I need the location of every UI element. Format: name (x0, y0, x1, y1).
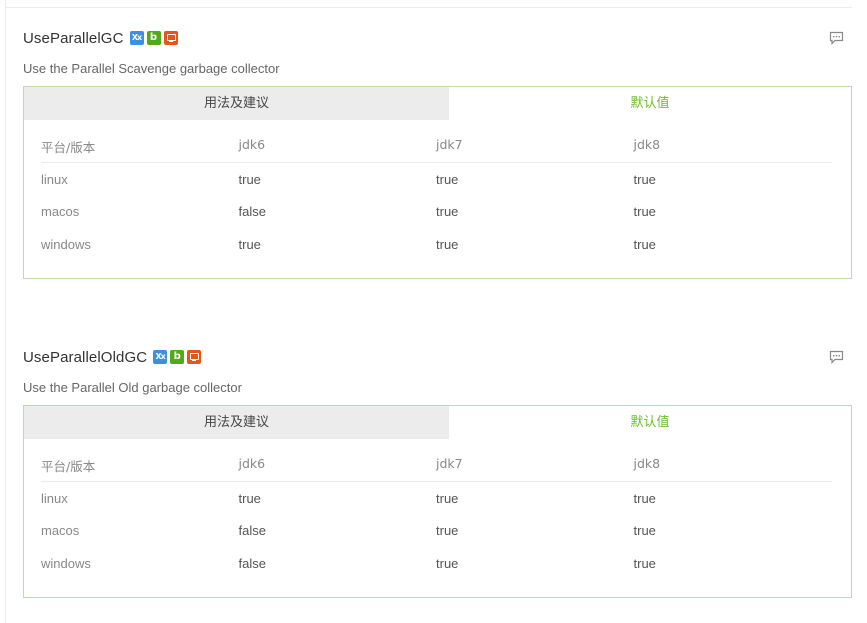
tab-usage[interactable]: 用法及建议 (24, 87, 449, 120)
panel-tabs: 用法及建议 默认值 (24, 406, 851, 439)
comment-icon[interactable] (829, 31, 844, 45)
flag-badges: Xx b (153, 350, 202, 364)
header-jdk6: jdk6 (238, 456, 266, 471)
table-row: macos false true true (41, 515, 832, 548)
table-row: linux true true true (41, 163, 832, 196)
cell-jdk8: true (633, 171, 656, 187)
flag-card-useparallelgc: UseParallelGC Xx b Use the Parallel Scav… (23, 26, 852, 279)
cell-jdk6: true (238, 171, 261, 187)
cell-platform: linux (41, 171, 68, 187)
table-row: windows false true true (41, 547, 832, 580)
xx-type-icon: Xx (129, 31, 144, 45)
xx-type-icon: Xx (153, 350, 168, 364)
left-border-line (5, 0, 6, 623)
flag-name: UseParallelGC (23, 29, 124, 47)
header-platform: 平台/版本 (41, 459, 96, 474)
cell-jdk6: true (238, 236, 261, 252)
header-jdk6: jdk6 (238, 137, 266, 152)
tab-usage[interactable]: 用法及建议 (24, 406, 449, 439)
cell-platform: windows (41, 555, 91, 571)
cell-platform: macos (41, 204, 80, 220)
cell-jdk7: true (436, 523, 459, 539)
table-row: windows true true true (41, 228, 832, 261)
defaults-table: 平台/版本 jdk6 jdk7 jdk8 linux true true tru… (41, 456, 832, 580)
flag-description: Use the Parallel Old garbage collector (23, 380, 242, 395)
flag-title-row: UseParallelOldGC Xx b (23, 345, 852, 369)
header-jdk8: jdk8 (633, 137, 661, 152)
cell-jdk8: true (633, 555, 656, 571)
cell-jdk7: true (436, 236, 459, 252)
cell-jdk6: false (238, 523, 266, 539)
table-row: linux true true true (41, 482, 832, 515)
flag-title-row: UseParallelGC Xx b (23, 26, 852, 50)
cell-jdk8: true (633, 236, 656, 252)
table-row: macos false true true (41, 196, 832, 229)
cell-jdk6: false (238, 555, 266, 571)
cell-jdk8: true (633, 490, 656, 506)
tab-defaults[interactable]: 默认值 (449, 406, 851, 439)
top-divider (5, 7, 852, 8)
header-platform: 平台/版本 (41, 140, 96, 155)
cell-jdk6: true (238, 490, 261, 506)
defaults-table: 平台/版本 jdk6 jdk7 jdk8 linux true true tru… (41, 137, 832, 261)
monitor-icon (163, 31, 178, 45)
comment-icon[interactable] (829, 350, 844, 364)
header-jdk8: jdk8 (633, 456, 661, 471)
defaults-panel: 用法及建议 默认值 平台/版本 jdk6 jdk7 jdk8 linux tru… (23, 405, 852, 598)
cell-jdk7: true (436, 204, 459, 220)
cell-jdk6: false (238, 204, 266, 220)
cell-jdk8: true (633, 523, 656, 539)
table-header-row: 平台/版本 jdk6 jdk7 jdk8 (41, 137, 832, 163)
flag-description: Use the Parallel Scavenge garbage collec… (23, 61, 280, 76)
flag-name: UseParallelOldGC (23, 348, 148, 366)
boolean-icon: b (170, 350, 185, 364)
cell-platform: linux (41, 490, 68, 506)
cell-platform: macos (41, 523, 80, 539)
cell-jdk7: true (436, 171, 459, 187)
table-header-row: 平台/版本 jdk6 jdk7 jdk8 (41, 456, 832, 482)
flag-card-useparalleloldgc: UseParallelOldGC Xx b Use the Parallel O… (23, 345, 852, 598)
cell-jdk7: true (436, 490, 459, 506)
cell-platform: windows (41, 236, 91, 252)
boolean-icon: b (146, 31, 161, 45)
monitor-icon (187, 350, 202, 364)
flag-badges: Xx b (129, 31, 178, 45)
header-jdk7: jdk7 (436, 456, 463, 471)
cell-jdk8: true (633, 204, 656, 220)
defaults-panel: 用法及建议 默认值 平台/版本 jdk6 jdk7 jdk8 linux tru… (23, 86, 852, 279)
cell-jdk7: true (436, 555, 459, 571)
panel-tabs: 用法及建议 默认值 (24, 87, 851, 120)
header-jdk7: jdk7 (436, 137, 463, 152)
tab-defaults[interactable]: 默认值 (449, 87, 851, 120)
